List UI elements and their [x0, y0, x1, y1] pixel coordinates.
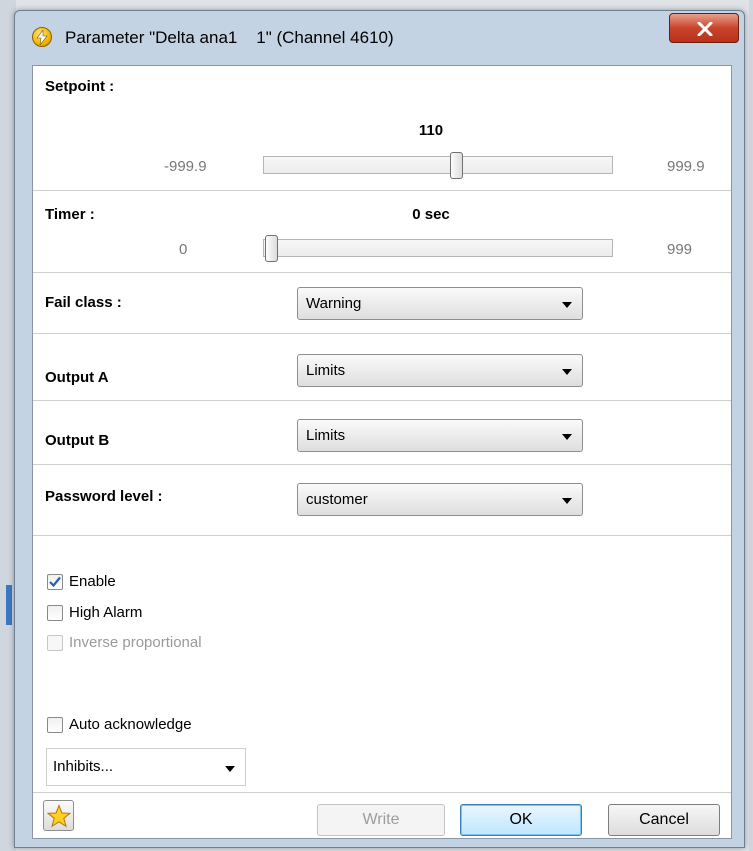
enable-checkbox[interactable] [47, 574, 63, 590]
divider [33, 464, 731, 465]
ok-button[interactable]: OK [460, 804, 582, 836]
timer-slider-track[interactable] [263, 239, 613, 257]
chevron-down-icon [562, 434, 572, 440]
star-icon [47, 804, 71, 828]
parameter-dialog: Parameter "Delta ana1 1" (Channel 4610) … [14, 10, 745, 848]
timer-value: 0 sec [412, 206, 450, 223]
output-a-label: Output A [45, 369, 109, 386]
title-bar[interactable]: Parameter "Delta ana1 1" (Channel 4610) [15, 11, 744, 65]
divider [33, 190, 731, 191]
desktop-selection-marker [6, 585, 12, 625]
setpoint-max: 999.9 [667, 158, 705, 175]
output-a-select[interactable]: Limits [297, 354, 583, 387]
divider [33, 400, 731, 401]
timer-label: Timer : [45, 206, 95, 223]
high-alarm-label[interactable]: High Alarm [69, 604, 142, 621]
inhibits-dropdown[interactable]: Inhibits... [46, 748, 246, 786]
output-b-value: Limits [306, 427, 346, 444]
chevron-down-icon [225, 766, 235, 772]
dialog-content: Setpoint : 110 -999.9 999.9 Timer : 0 se… [32, 65, 732, 839]
auto-acknowledge-checkbox[interactable] [47, 717, 63, 733]
password-level-label: Password level : [45, 488, 163, 505]
timer-min: 0 [179, 241, 188, 258]
button-bar: Write OK Cancel [33, 792, 731, 839]
timer-max: 999 [667, 241, 693, 258]
divider [33, 333, 731, 334]
divider [33, 272, 731, 273]
setpoint-value: 110 [418, 122, 444, 139]
setpoint-min: -999.9 [164, 158, 207, 175]
high-alarm-checkbox[interactable] [47, 605, 63, 621]
password-level-value: customer [306, 491, 368, 508]
inverse-proportional-label: Inverse proportional [69, 634, 202, 651]
setpoint-label: Setpoint : [45, 78, 115, 95]
inverse-proportional-checkbox [47, 635, 63, 651]
write-button[interactable]: Write [317, 804, 445, 836]
desktop-background-right [749, 0, 753, 851]
fail-class-value: Warning [306, 295, 362, 312]
timer-slider-thumb[interactable] [265, 235, 278, 262]
chevron-down-icon [562, 302, 572, 308]
output-b-label: Output B [45, 432, 110, 449]
favorite-button[interactable] [43, 800, 74, 831]
cancel-button[interactable]: Cancel [608, 804, 720, 836]
setpoint-slider-thumb[interactable] [449, 152, 463, 179]
password-level-select[interactable]: customer [297, 483, 583, 516]
close-button[interactable] [669, 13, 739, 43]
enable-label[interactable]: Enable [69, 573, 116, 590]
inhibits-value: Inhibits... [53, 758, 114, 775]
lightning-icon [32, 27, 52, 47]
divider [33, 535, 731, 536]
window-title: Parameter "Delta ana1 1" (Channel 4610) [65, 28, 394, 47]
output-b-select[interactable]: Limits [297, 419, 583, 452]
fail-class-select[interactable]: Warning [297, 287, 583, 320]
output-a-value: Limits [306, 362, 346, 379]
fail-class-label: Fail class : [45, 294, 122, 311]
chevron-down-icon [562, 498, 572, 504]
auto-acknowledge-label[interactable]: Auto acknowledge [69, 716, 192, 733]
close-icon [697, 22, 713, 36]
check-mark-icon [49, 576, 61, 588]
setpoint-slider-track[interactable] [263, 156, 613, 174]
chevron-down-icon [562, 369, 572, 375]
